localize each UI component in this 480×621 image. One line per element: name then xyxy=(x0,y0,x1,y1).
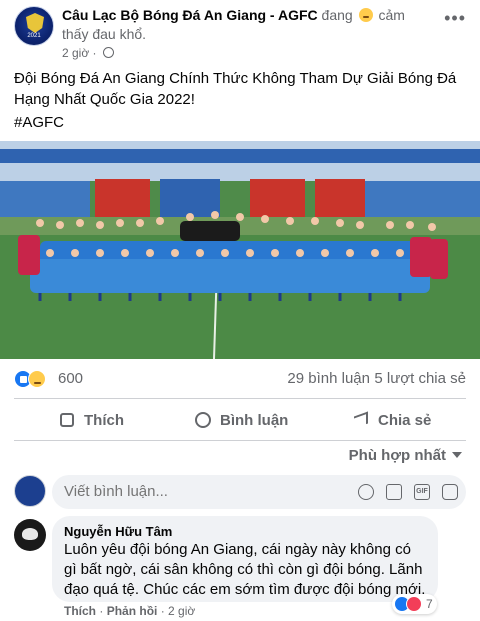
emoji-icon[interactable] xyxy=(358,484,374,500)
more-options-button[interactable]: ••• xyxy=(444,8,466,29)
post-meta: 2 giờ · xyxy=(62,46,114,60)
share-icon xyxy=(352,411,370,429)
team-photo[interactable] xyxy=(0,141,480,359)
love-icon xyxy=(406,596,422,612)
feeling-prefix: đang xyxy=(321,7,353,23)
divider xyxy=(14,398,466,399)
sort-comments-button[interactable]: Phù hợp nhất xyxy=(349,447,462,464)
comment-bubble: Nguyễn Hữu Tâm Luôn yêu đội bóng An Gian… xyxy=(52,516,438,602)
like-label: Thích xyxy=(84,411,124,429)
lotus-icon xyxy=(22,528,38,540)
comment-input[interactable] xyxy=(64,483,334,500)
comment-button[interactable]: Bình luận xyxy=(194,406,288,434)
comment-text: Luôn yêu đội bóng An Giang, cái ngày này… xyxy=(64,541,426,598)
gif-icon[interactable]: GIF xyxy=(414,484,430,500)
header-text: Câu Lạc Bộ Bóng Đá An Giang - AGFC đang … xyxy=(62,6,422,44)
more-icon: ••• xyxy=(444,8,466,28)
reactions-bar: 600 29 bình luận 5 lượt chia sẻ xyxy=(14,368,466,392)
camera-icon[interactable] xyxy=(386,484,402,500)
comment-like-button[interactable]: Thích xyxy=(64,604,96,618)
comment-icon xyxy=(194,411,212,429)
comments-count[interactable]: 29 bình luận xyxy=(287,370,370,387)
thumb-icon xyxy=(58,411,76,429)
comment-input-box[interactable]: GIF xyxy=(52,475,466,509)
team-photo-image xyxy=(0,141,480,359)
viewer-avatar[interactable] xyxy=(14,475,46,507)
share-label: Chia sẻ xyxy=(378,411,432,429)
like-button[interactable]: Thích xyxy=(58,406,124,434)
commenter-avatar[interactable] xyxy=(14,519,46,551)
share-button[interactable]: Chia sẻ xyxy=(352,406,431,434)
page-name[interactable]: Câu Lạc Bộ Bóng Đá An Giang - AGFC xyxy=(62,7,318,23)
comment-reply-button[interactable]: Phản hồi xyxy=(107,604,158,618)
commenter-name[interactable]: Nguyễn Hữu Tâm xyxy=(64,523,426,540)
reaction-count[interactable]: 600 xyxy=(58,370,83,387)
sticker-icon[interactable] xyxy=(442,484,458,500)
comment-reactions[interactable]: 7 xyxy=(392,594,437,614)
sort-label: Phù hợp nhất xyxy=(348,447,446,464)
shares-count[interactable]: 5 lượt chia sẻ xyxy=(374,370,466,387)
globe-icon xyxy=(102,47,114,58)
post-text: Đội Bóng Đá An Giang Chính Thức Không Th… xyxy=(14,70,457,108)
comment-actions: Thích · Phản hồi · 2 giờ xyxy=(64,604,196,618)
post-time[interactable]: 2 giờ · xyxy=(62,46,97,60)
post-header: 2021 Câu Lạc Bộ Bóng Đá An Giang - AGFC … xyxy=(14,4,466,66)
page-avatar[interactable]: 2021 xyxy=(14,6,54,46)
divider xyxy=(14,440,466,441)
sad-reaction-icon[interactable] xyxy=(28,370,46,388)
sad-feeling-icon xyxy=(358,8,373,22)
chevron-down-icon xyxy=(452,452,462,458)
comment-reaction-count: 7 xyxy=(426,597,433,611)
comment-label: Bình luận xyxy=(220,411,289,429)
avatar-year: 2021 xyxy=(27,33,41,39)
comment-time[interactable]: 2 giờ xyxy=(168,604,195,618)
club-crest-icon xyxy=(26,13,44,33)
hashtag-link[interactable]: #AGFC xyxy=(14,114,64,131)
